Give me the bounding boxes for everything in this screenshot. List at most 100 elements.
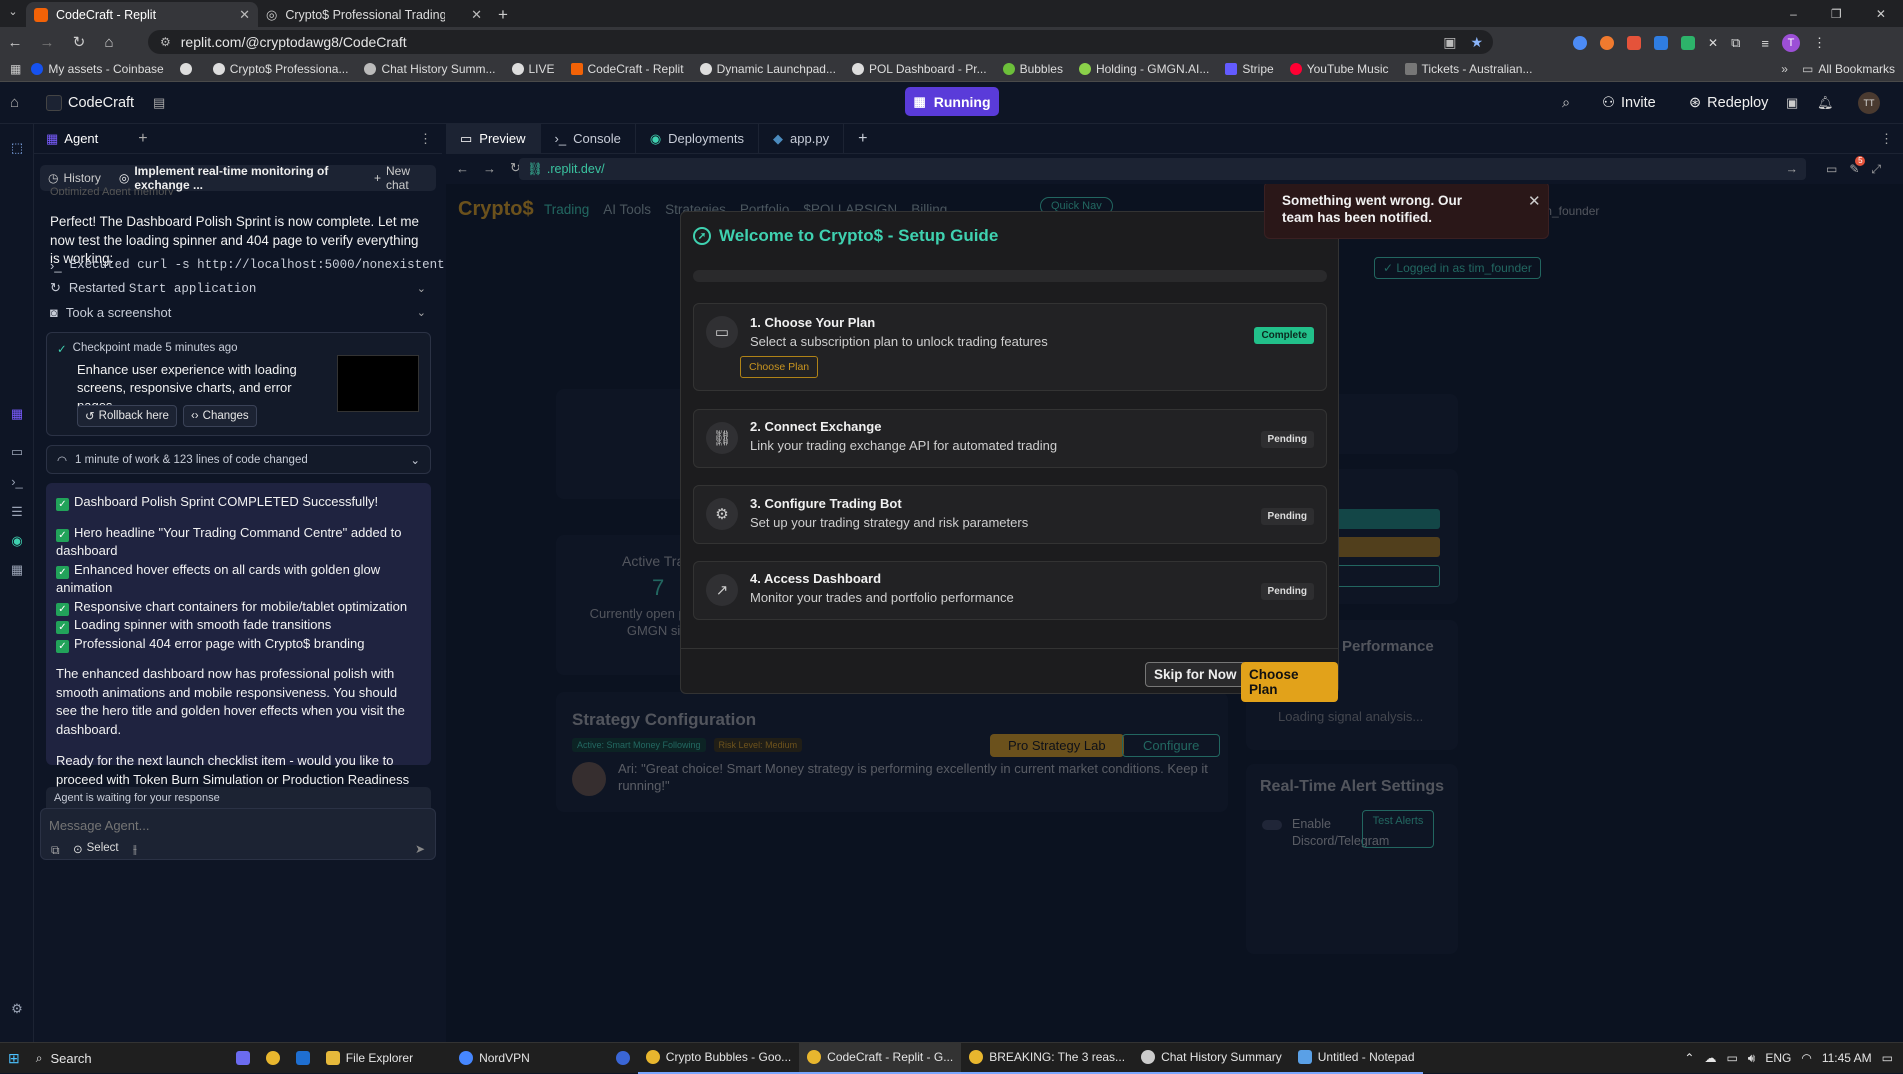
taskbar-nordvpn[interactable]: NordVPN <box>451 1043 538 1074</box>
all-tools-icon[interactable]: ▦ <box>9 562 25 578</box>
close-tab-icon[interactable]: ✕ <box>471 7 482 23</box>
new-tab-icon[interactable]: + <box>490 3 516 27</box>
settings-sliders-icon[interactable]: ⫲ <box>133 842 137 857</box>
select-button[interactable]: ⊙ Select <box>73 842 119 856</box>
bookmark-item[interactable]: Holding - GMGN.AI... <box>1078 62 1209 76</box>
taskbar-file-explorer[interactable]: File Explorer <box>318 1043 421 1074</box>
panel-menu-icon[interactable]: ⋮ <box>419 131 432 147</box>
app-icon[interactable] <box>608 1043 638 1074</box>
forward-icon[interactable]: → <box>35 34 59 51</box>
bookmark-item[interactable] <box>179 63 197 75</box>
bookmark-item[interactable]: POL Dashboard - Pr... <box>851 62 987 76</box>
restore-icon[interactable]: ❐ <box>1831 7 1842 21</box>
choose-plan-button[interactable]: Choose Plan <box>1241 662 1338 702</box>
user-avatar[interactable]: TT <box>1858 91 1880 114</box>
install-icon[interactable]: ▣ <box>1443 34 1456 51</box>
chat-icon[interactable]: ▣ <box>1786 95 1798 111</box>
taskbar-codecraft[interactable]: CodeCraft - Replit - G... <box>799 1042 962 1074</box>
run-button[interactable]: ▦ Running <box>905 87 999 116</box>
forward-icon[interactable]: → <box>483 161 496 176</box>
taskbar-search[interactable]: ⌕ Search <box>28 1043 228 1074</box>
action-executed-curl[interactable]: ›_ Executed curl -s http://localhost:500… <box>50 254 499 276</box>
minimize-icon[interactable]: – <box>1790 7 1797 21</box>
rollback-button[interactable]: ↺ Rollback here <box>77 405 177 427</box>
help-icon[interactable]: ⚙ <box>9 1001 25 1017</box>
send-icon[interactable]: ➤ <box>415 842 425 856</box>
agent-rail-icon[interactable]: ⬚ <box>9 140 25 156</box>
bookmark-item[interactable]: CodeCraft - Replit <box>570 62 684 76</box>
pro-strategy-lab-button[interactable]: Pro Strategy Lab <box>990 734 1124 757</box>
bookmark-item[interactable]: Tickets - Australian... <box>1404 62 1532 76</box>
bell-icon[interactable]: 🔔︎ <box>1817 95 1834 111</box>
taskbar-notepad[interactable]: Untitled - Notepad <box>1289 1043 1423 1074</box>
database-icon[interactable]: ☰ <box>9 504 25 520</box>
onedrive-icon[interactable]: ☁ <box>1704 1051 1716 1065</box>
bookmark-item[interactable]: Chat History Summ... <box>364 62 496 76</box>
deploy-rail-icon[interactable]: ◉ <box>9 533 25 549</box>
project-name[interactable]: CodeCraft <box>68 95 134 111</box>
back-icon[interactable]: ← <box>456 161 469 176</box>
menu-kebab-icon[interactable]: ⋮ <box>1813 35 1826 51</box>
nav-ai-tools[interactable]: AI Tools <box>603 202 651 217</box>
taskbar-crypto-bubbles[interactable]: Crypto Bubbles - Goo... <box>637 1043 800 1074</box>
apps-grid-icon[interactable]: ▦ <box>10 62 21 76</box>
screenshot-thumbnail[interactable] <box>337 355 419 412</box>
address-bar[interactable]: ⚙ replit.com/@cryptodawg8/CodeCraft ▣ ★ <box>148 30 1493 54</box>
bookmark-item[interactable]: Dynamic Launchpad... <box>699 62 836 76</box>
redeploy-button[interactable]: ⊛ Redeploy <box>1689 95 1768 111</box>
language-indicator[interactable]: ENG <box>1765 1051 1791 1065</box>
browser-tab-crypto[interactable]: ◎ Crypto$ Professional Trading D ✕ <box>258 2 490 27</box>
devtools-icon[interactable]: ✎ 5 <box>1849 156 1866 177</box>
tab-agent[interactable]: Agent <box>64 131 98 146</box>
clock[interactable]: 11:45 AM <box>1822 1051 1872 1065</box>
volume-icon[interactable]: 🔊︎ <box>1748 1051 1756 1066</box>
bookmark-item[interactable]: LIVE <box>511 62 555 76</box>
chrome-icon[interactable] <box>258 1043 288 1074</box>
skip-for-now-button[interactable]: Skip for Now <box>1145 662 1246 687</box>
x-extension-icon[interactable]: ✕ <box>1708 36 1718 50</box>
home-icon[interactable]: ⌂ <box>10 94 19 111</box>
app-brand[interactable]: Crypto$ <box>458 198 534 221</box>
changes-button[interactable]: ‹› Changes <box>182 405 257 427</box>
notifications-icon[interactable]: ▭ <box>1882 1051 1893 1065</box>
configure-button[interactable]: Configure <box>1122 734 1221 757</box>
test-alerts-button[interactable]: Test Alerts <box>1362 810 1434 848</box>
taskbar-chat-history[interactable]: Chat History Summary <box>1133 1043 1290 1074</box>
extension-icon[interactable] <box>1600 36 1614 50</box>
bookmark-item[interactable]: Bubbles <box>1002 62 1063 76</box>
choose-plan-step-button[interactable]: Choose Plan <box>740 356 819 378</box>
bookmark-item[interactable]: Crypto$ Professiona... <box>212 62 348 76</box>
profile-avatar[interactable]: T <box>1781 34 1800 52</box>
bookmark-star-icon[interactable]: ★ <box>1470 34 1483 51</box>
reload-icon[interactable]: ↻ <box>67 33 91 51</box>
action-screenshot[interactable]: ◙ Took a screenshot ⌄ <box>50 301 426 323</box>
bookmark-item[interactable]: YouTube Music <box>1289 62 1389 76</box>
outlook-icon[interactable] <box>288 1043 318 1074</box>
layout-icon[interactable]: ▤ <box>153 95 165 111</box>
open-new-window-icon[interactable]: ⤢ <box>1871 162 1881 177</box>
windows-start-icon[interactable]: ⊞ <box>0 1043 28 1074</box>
shell-rail-icon[interactable]: ›_ <box>9 474 25 490</box>
home-icon[interactable]: ⌂ <box>97 34 121 51</box>
network-icon[interactable]: ▭ <box>1726 1051 1737 1065</box>
close-icon[interactable]: ✕ <box>1528 192 1541 210</box>
devices-icon[interactable]: ▭ <box>1826 162 1837 177</box>
tab-deployments[interactable]: ◉ Deployments <box>636 124 760 153</box>
shield-extension-icon[interactable] <box>1681 36 1695 50</box>
site-settings-icon[interactable]: ⚙ <box>160 35 171 49</box>
taskbar-breaking[interactable]: BREAKING: The 3 reas... <box>961 1043 1134 1074</box>
preview-rail-icon[interactable]: ▭ <box>9 444 25 460</box>
add-tab-icon[interactable]: + <box>138 130 147 148</box>
tab-console[interactable]: ›_ Console <box>541 124 636 153</box>
tray-chevron-icon[interactable]: ⌃ <box>1684 1051 1694 1065</box>
history-button[interactable]: ◷ History <box>48 171 101 185</box>
puzzle-icon[interactable]: ⧉ <box>1731 35 1740 51</box>
work-summary[interactable]: ◠ 1 minute of work & 123 lines of code ch… <box>46 445 431 474</box>
media-icon[interactable]: ≡ <box>1761 36 1769 51</box>
extension-icon[interactable] <box>1573 36 1587 50</box>
wifi-icon[interactable]: ◠ <box>1801 1051 1811 1065</box>
workspace-menu-icon[interactable]: ⋮ <box>1880 131 1893 147</box>
bookmark-item[interactable]: My assets - Coinbase <box>31 62 164 76</box>
action-restarted[interactable]: ↻ Restarted Start application ⌄ <box>50 277 426 299</box>
new-chat-button[interactable]: + New chat <box>374 164 428 192</box>
